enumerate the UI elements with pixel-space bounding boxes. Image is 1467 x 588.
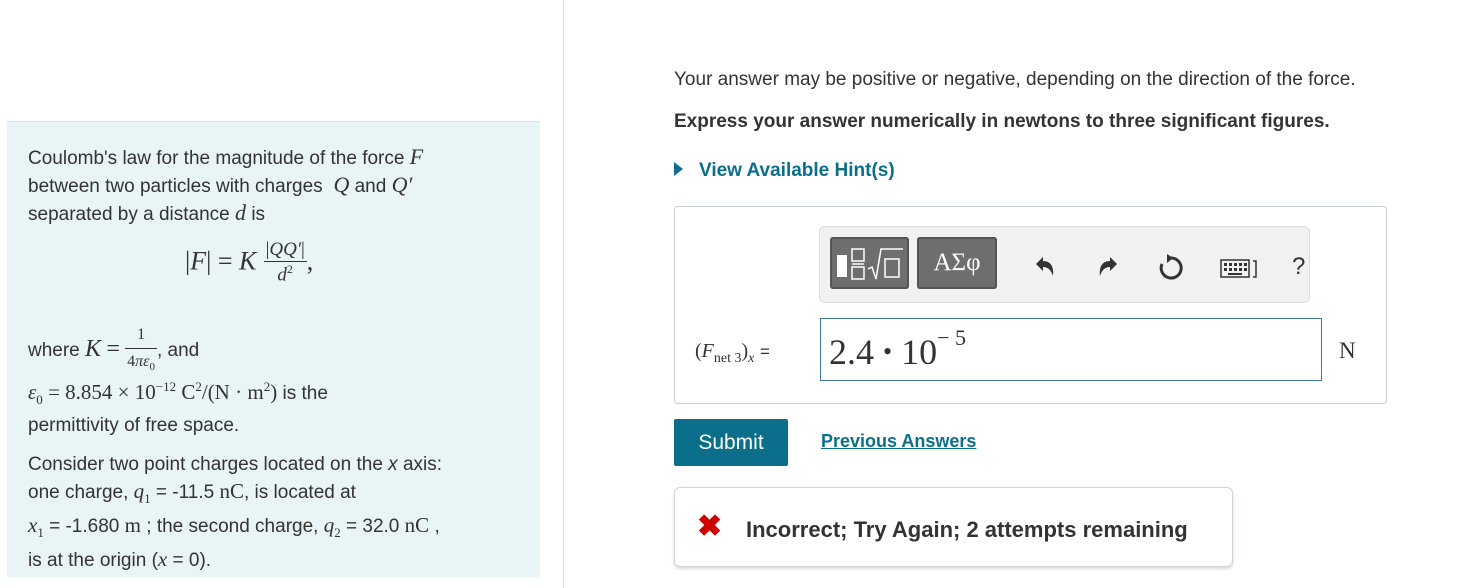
located-at-text: , is located at: [244, 482, 356, 503]
submit-button[interactable]: Submit: [674, 419, 788, 466]
comma-text: ,: [434, 515, 440, 537]
reset-icon[interactable]: [1157, 254, 1185, 286]
templates-button[interactable]: [830, 237, 909, 289]
templates-icon: [836, 248, 903, 280]
keyboard-icon[interactable]: [1220, 257, 1260, 283]
column-divider: [563, 0, 564, 588]
answer-label: (Fnet 3)x =: [695, 340, 770, 366]
answer-label-eq: =: [759, 342, 770, 361]
intro-and: and: [354, 176, 387, 197]
incorrect-x-icon: ✖: [697, 510, 723, 543]
problem-info-panel: Coulomb's law for the magnitude of the f…: [7, 121, 540, 577]
intro-text-3: separated by a distance: [28, 204, 230, 225]
math-toolbar: ΑΣφ ?: [819, 226, 1310, 303]
feedback-text: Incorrect; Try Again; 2 attempts remaini…: [746, 517, 1188, 542]
answer-exponent: − 5: [937, 325, 967, 350]
answer-mantissa: 2.4: [829, 332, 874, 372]
epsilon-definition: ε0 = 8.854 × 10−12 C2/(N · m2) is the pe…: [28, 379, 328, 436]
is-the-text: is the: [282, 383, 328, 404]
axis-text: axis:: [402, 454, 443, 475]
intro-is: is: [251, 204, 266, 225]
permittivity-text: permittivity of free space.: [28, 414, 240, 436]
sign-note: Your answer may be positive or negative,…: [674, 69, 1356, 90]
x-axis-label: x: [388, 454, 398, 475]
intro-text-2: between two particles with charges: [28, 176, 323, 197]
one-charge-text: one charge,: [28, 482, 129, 503]
q2-value: = 32.0: [346, 515, 400, 537]
x1-value: = -1.680: [49, 515, 120, 537]
redo-icon[interactable]: [1096, 254, 1122, 284]
answer-dot: •: [883, 337, 893, 366]
and-text: , and: [156, 340, 200, 362]
greek-symbols-button[interactable]: ΑΣφ: [917, 237, 997, 289]
express-instruction: Express your answer numerically in newto…: [674, 111, 1330, 132]
previous-answers-link[interactable]: Previous Answers: [821, 431, 976, 452]
help-button[interactable]: ?: [1292, 254, 1305, 280]
where-text: where: [28, 340, 80, 362]
hint-label: View Available Hint(s): [699, 160, 895, 181]
answer-base: 10: [901, 332, 938, 372]
q2-unit: nC: [404, 512, 430, 537]
answer-input[interactable]: 2.4 • 10− 5: [820, 318, 1322, 381]
answer-label-sub: net 3: [713, 351, 742, 366]
x1-unit: m: [124, 512, 141, 537]
origin-text: is at the origin (: [28, 549, 158, 571]
answer-area: ΑΣφ ? (Fnet 3)x = 2.4 • 10− 5 N: [674, 206, 1387, 404]
coulomb-equation: |F| = K |QQ′| d2 ,: [185, 239, 314, 286]
feedback-box: ✖ Incorrect; Try Again; 2 attempts remai…: [674, 487, 1233, 567]
answer-unit: N: [1339, 338, 1356, 363]
undo-icon[interactable]: [1031, 254, 1057, 284]
consider-text: Consider two point charges located on th…: [28, 454, 383, 475]
k-definition: where K = 1 4πε0 , and: [28, 322, 199, 380]
coulomb-intro: Coulomb's law for the magnitude of the f…: [28, 144, 424, 225]
origin-eq: = 0).: [172, 549, 212, 571]
expand-triangle-icon: [674, 161, 683, 176]
greek-label: ΑΣφ: [933, 249, 981, 276]
q1-value: = -11.5: [155, 482, 215, 503]
view-hints-link[interactable]: View Available Hint(s): [674, 160, 895, 182]
q1-unit: nC: [219, 479, 244, 503]
second-charge-text: ; the second charge,: [146, 515, 319, 537]
answer-value: 2.4 • 10− 5: [829, 325, 966, 373]
intro-text-1: Coulomb's law for the magnitude of the f…: [28, 148, 405, 169]
charges-description: Consider two point charges located on th…: [28, 454, 443, 571]
